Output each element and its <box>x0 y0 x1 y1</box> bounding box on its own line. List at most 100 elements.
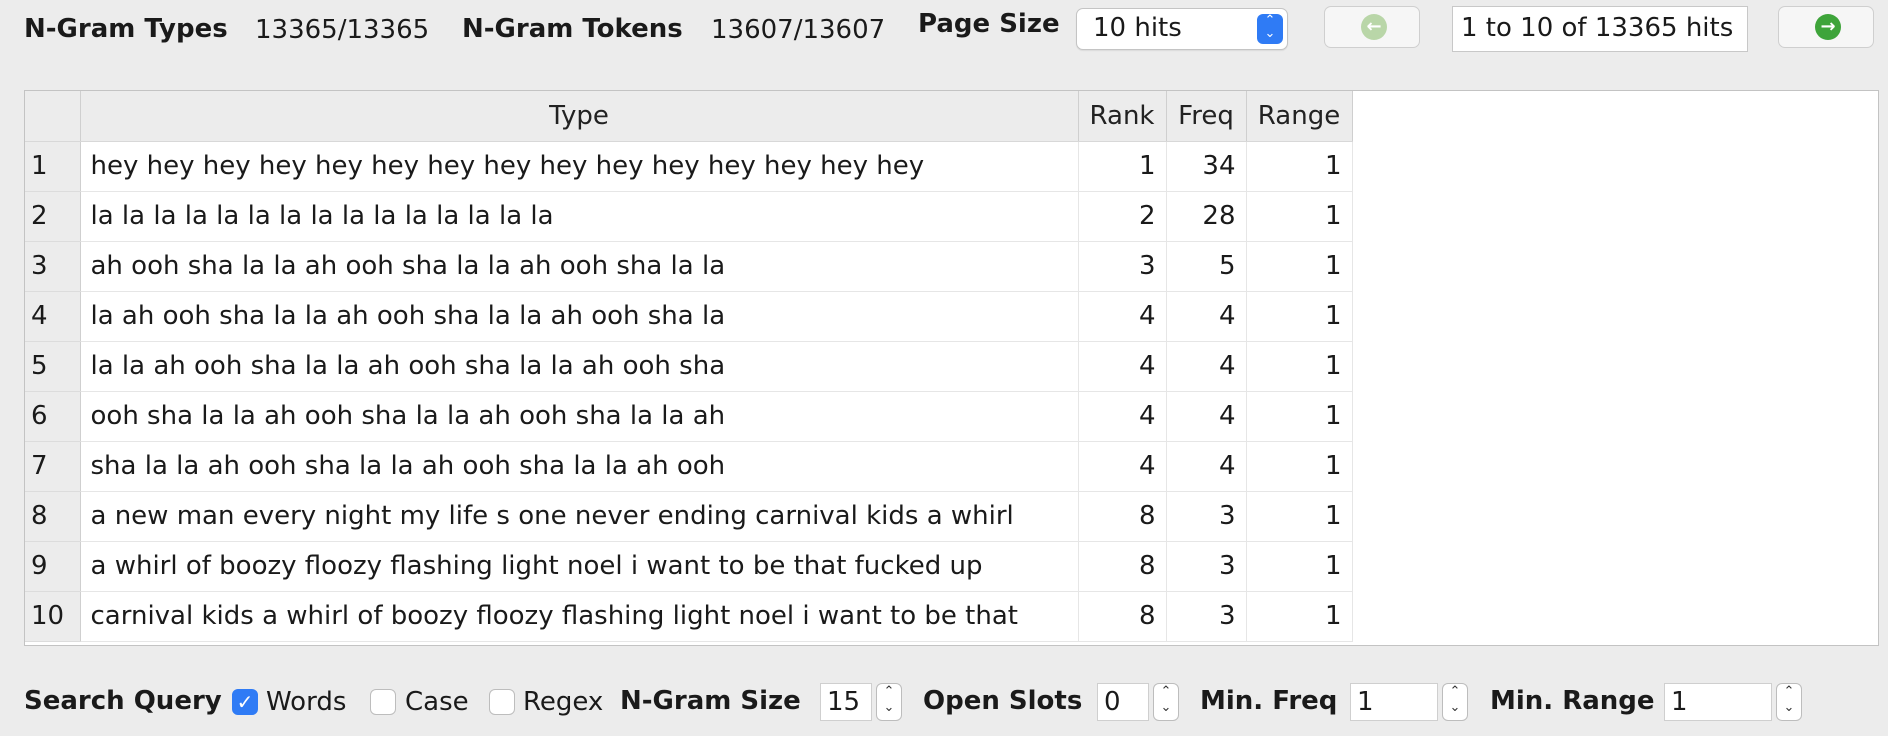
page-size-value: 10 hits <box>1093 13 1182 43</box>
rank-cell[interactable]: 4 <box>1078 441 1167 492</box>
type-cell[interactable]: la la la la la la la la la la la la la l… <box>80 191 1079 242</box>
table-row[interactable]: 5 la la ah ooh sha la la ah ooh sha la l… <box>25 341 1353 392</box>
table-row[interactable]: 9 a whirl of boozy floozy flashing light… <box>25 541 1353 592</box>
table-row[interactable]: 8 a new man every night my life s one ne… <box>25 491 1353 542</box>
rank-cell[interactable]: 8 <box>1078 491 1167 542</box>
rank-cell[interactable]: 8 <box>1078 591 1167 642</box>
type-cell[interactable]: la la ah ooh sha la la ah ooh sha la la … <box>80 341 1079 392</box>
row-number: 10 <box>25 591 81 642</box>
type-cell[interactable]: carnival kids a whirl of boozy floozy fl… <box>80 591 1079 642</box>
type-cell[interactable]: hey hey hey hey hey hey hey hey hey hey … <box>80 141 1079 192</box>
min-freq-stepper[interactable]: ⌃ ⌄ <box>1442 683 1468 721</box>
table-row[interactable]: 1 hey hey hey hey hey hey hey hey hey he… <box>25 141 1353 192</box>
range-cell[interactable]: 1 <box>1246 441 1353 492</box>
case-label: Case <box>405 687 469 717</box>
rank-cell[interactable]: 4 <box>1078 341 1167 392</box>
row-number: 4 <box>25 291 81 342</box>
open-slots-label: Open Slots <box>923 686 1083 716</box>
ngram-types-label: N-Gram Types <box>24 14 228 44</box>
rank-cell[interactable]: 1 <box>1078 141 1167 192</box>
freq-cell[interactable]: 3 <box>1166 591 1247 642</box>
row-number: 5 <box>25 341 81 392</box>
freq-cell[interactable]: 5 <box>1166 241 1247 292</box>
min-range-stepper[interactable]: ⌃ ⌄ <box>1776 683 1802 721</box>
arrow-left-circle-icon: ← <box>1361 14 1387 40</box>
hits-range-field[interactable]: 1 to 10 of 13365 hits <box>1452 6 1748 52</box>
words-checkbox[interactable]: ✓ <box>232 689 258 715</box>
ngram-size-stepper[interactable]: ⌃ ⌄ <box>876 683 902 721</box>
search-query-label: Search Query <box>24 686 222 716</box>
freq-cell[interactable]: 4 <box>1166 441 1247 492</box>
freq-cell[interactable]: 28 <box>1166 191 1247 242</box>
table-row[interactable]: 2 la la la la la la la la la la la la la… <box>25 191 1353 242</box>
table-row[interactable]: 3 ah ooh sha la la ah ooh sha la la ah o… <box>25 241 1353 292</box>
range-cell[interactable]: 1 <box>1246 341 1353 392</box>
ngram-size-value: 15 <box>827 687 861 717</box>
column-header-freq[interactable]: Freq <box>1166 91 1247 142</box>
freq-cell[interactable]: 4 <box>1166 291 1247 342</box>
min-range-field[interactable]: 1 <box>1664 683 1772 721</box>
range-cell[interactable]: 1 <box>1246 141 1353 192</box>
range-cell[interactable]: 1 <box>1246 491 1353 542</box>
ngram-size-field[interactable]: 15 <box>820 683 872 721</box>
next-page-button[interactable]: → <box>1778 6 1874 48</box>
freq-cell[interactable]: 4 <box>1166 391 1247 442</box>
table-row[interactable]: 10 carnival kids a whirl of boozy floozy… <box>25 591 1353 642</box>
regex-checkbox[interactable] <box>489 689 515 715</box>
min-freq-label: Min. Freq <box>1200 686 1338 716</box>
range-cell[interactable]: 1 <box>1246 391 1353 442</box>
results-table-container[interactable]: Type Rank Freq Range 1 hey hey hey hey h… <box>24 90 1879 646</box>
type-cell[interactable]: ah ooh sha la la ah ooh sha la la ah ooh… <box>80 241 1079 292</box>
type-cell[interactable]: sha la la ah ooh sha la la ah ooh sha la… <box>80 441 1079 492</box>
previous-page-button[interactable]: ← <box>1324 6 1420 48</box>
checkmark-icon: ✓ <box>236 690 254 714</box>
page-size-select[interactable]: 10 hits ⌃ ⌄ <box>1076 8 1288 50</box>
open-slots-stepper[interactable]: ⌃ ⌄ <box>1153 683 1179 721</box>
results-table: Type Rank Freq Range 1 hey hey hey hey h… <box>25 91 1353 642</box>
column-header-type[interactable]: Type <box>80 91 1079 142</box>
table-row[interactable]: 6 ooh sha la la ah ooh sha la la ah ooh … <box>25 391 1353 442</box>
type-cell[interactable]: a whirl of boozy floozy flashing light n… <box>80 541 1079 592</box>
open-slots-field[interactable]: 0 <box>1097 683 1149 721</box>
row-number-header <box>25 91 81 142</box>
row-number: 3 <box>25 241 81 292</box>
table-row[interactable]: 7 sha la la ah ooh sha la la ah ooh sha … <box>25 441 1353 492</box>
rank-cell[interactable]: 8 <box>1078 541 1167 592</box>
column-header-range[interactable]: Range <box>1246 91 1353 142</box>
freq-cell[interactable]: 3 <box>1166 541 1247 592</box>
min-freq-field[interactable]: 1 <box>1350 683 1438 721</box>
table-header-row: Type Rank Freq Range <box>25 91 1353 142</box>
type-cell[interactable]: ooh sha la la ah ooh sha la la ah ooh sh… <box>80 391 1079 442</box>
hits-range-text: 1 to 10 of 13365 hits <box>1461 13 1734 43</box>
page-size-label: Page Size <box>918 9 1060 39</box>
table-row[interactable]: 4 la ah ooh sha la la ah ooh sha la la a… <box>25 291 1353 342</box>
type-cell[interactable]: a new man every night my life s one neve… <box>80 491 1079 542</box>
rank-cell[interactable]: 3 <box>1078 241 1167 292</box>
column-header-rank[interactable]: Rank <box>1078 91 1167 142</box>
freq-cell[interactable]: 3 <box>1166 491 1247 542</box>
row-number: 9 <box>25 541 81 592</box>
min-range-label: Min. Range <box>1490 686 1655 716</box>
range-cell[interactable]: 1 <box>1246 241 1353 292</box>
row-number: 8 <box>25 491 81 542</box>
ngram-tokens-value: 13607/13607 <box>711 15 886 45</box>
range-cell[interactable]: 1 <box>1246 291 1353 342</box>
freq-cell[interactable]: 34 <box>1166 141 1247 192</box>
case-checkbox[interactable] <box>370 689 396 715</box>
words-label: Words <box>266 687 347 717</box>
rank-cell[interactable]: 2 <box>1078 191 1167 242</box>
rank-cell[interactable]: 4 <box>1078 391 1167 442</box>
freq-cell[interactable]: 4 <box>1166 341 1247 392</box>
range-cell[interactable]: 1 <box>1246 591 1353 642</box>
range-cell[interactable]: 1 <box>1246 191 1353 242</box>
ngram-size-label: N-Gram Size <box>620 686 801 716</box>
row-number: 1 <box>25 141 81 192</box>
row-number: 7 <box>25 441 81 492</box>
row-number: 6 <box>25 391 81 442</box>
min-range-value: 1 <box>1671 687 1688 717</box>
rank-cell[interactable]: 4 <box>1078 291 1167 342</box>
range-cell[interactable]: 1 <box>1246 541 1353 592</box>
type-cell[interactable]: la ah ooh sha la la ah ooh sha la la ah … <box>80 291 1079 342</box>
ngram-tokens-label: N-Gram Tokens <box>462 14 683 44</box>
table-body: 1 hey hey hey hey hey hey hey hey hey he… <box>25 141 1353 642</box>
